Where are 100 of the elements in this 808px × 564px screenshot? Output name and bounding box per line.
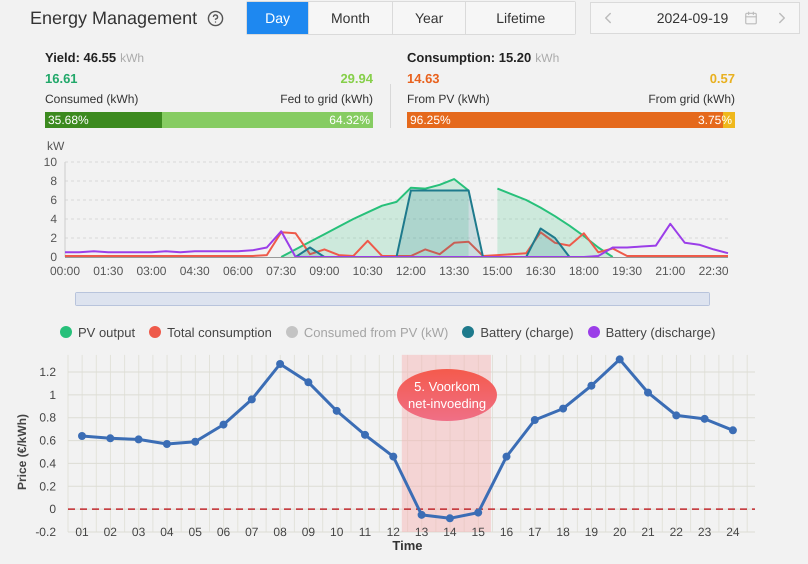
axis-tick-label: 15 [472, 525, 485, 539]
data-point [559, 404, 568, 413]
axis-tick-label: 0 [50, 250, 57, 264]
axis-tick-label: 19:30 [612, 264, 642, 278]
data-point [672, 411, 680, 420]
data-point [134, 435, 143, 444]
data-point [644, 388, 652, 397]
axis-tick-label: 22 [670, 525, 683, 539]
summary-total: Consumption: 15.20 kWh [407, 50, 560, 65]
data-point [276, 360, 284, 368]
axis-tick-label: 04:30 [180, 264, 210, 278]
data-point [389, 452, 398, 461]
data-point [446, 514, 454, 522]
summary-label: From PV (kWh) [407, 92, 490, 106]
axis-tick-label: 23 [698, 525, 712, 539]
axis-tick-label: 03:00 [136, 264, 166, 278]
data-point [78, 432, 86, 440]
axis-tick-label: 22:30 [698, 264, 729, 278]
axis-tick-label: 4 [50, 212, 57, 226]
axis-tick-label: 8 [50, 174, 57, 188]
data-point [530, 416, 539, 424]
axis-tick-label: 11 [358, 525, 372, 539]
axis-title: Price (€/kWh) [15, 414, 29, 490]
data-point [162, 440, 171, 448]
data-point [418, 510, 426, 519]
annotation-bubble: 5. Voorkom net-invoeding [397, 368, 498, 421]
axis-tick-label: 1.2 [39, 365, 56, 379]
data-point [502, 452, 510, 461]
data-point [106, 434, 114, 442]
axis-tick-label: 24 [726, 525, 740, 539]
axis-tick-label: 12:00 [396, 264, 426, 278]
data-point [248, 395, 256, 404]
date-picker[interactable]: 2024-09-19 [590, 2, 800, 34]
axis-tick-label: 03 [132, 525, 146, 539]
axis-tick-label: 07 [245, 525, 258, 539]
data-point [304, 378, 312, 386]
axis-tick-label: 14 [443, 525, 457, 539]
summary-value: 29.94 [340, 71, 373, 86]
axis-tick-label: 2 [50, 231, 57, 245]
axis-tick-label: 0.4 [39, 456, 56, 470]
page-title: Energy Management [30, 8, 198, 28]
axis-tick-label: 1 [49, 388, 56, 402]
period-tab[interactable]: Day [247, 2, 308, 34]
axis-tick-label: 0.8 [39, 410, 56, 425]
axis-tick-label: 18 [556, 525, 570, 539]
axis-tick-label: 10:30 [352, 264, 383, 278]
axis-tick-label: 19 [584, 525, 598, 539]
axis-tick-label: 00:00 [50, 264, 80, 278]
data-point [332, 406, 341, 415]
axis-tick-label: 0.2 [39, 479, 56, 494]
axis-tick-label: -0.2 [35, 525, 56, 539]
data-point [220, 420, 228, 429]
axis-tick-label: 07:30 [266, 264, 296, 278]
axis-tick-label: 15:00 [482, 264, 512, 278]
axis-tick-label: 6 [50, 193, 57, 207]
axis-tick-label: 10 [44, 155, 57, 169]
axis-tick-label: 13 [414, 525, 428, 539]
axis-tick-label: 01 [75, 525, 89, 539]
axis-tick-label: 20 [613, 525, 626, 539]
axis-tick-label: 02 [104, 525, 117, 539]
axis-tick-label: 08 [273, 525, 287, 539]
axis-tick-label: 0.6 [39, 434, 56, 448]
axis-tick-label: 21:00 [655, 264, 686, 278]
legend-item[interactable]: Total consumption [149, 324, 272, 340]
share-percent: 96.25% [410, 112, 451, 128]
summary-label: Fed to grid (kWh) [280, 92, 373, 106]
share-percent: 3.75% [698, 112, 732, 128]
axis-tick-label: 16 [500, 525, 514, 539]
axis-unit-label: kW [47, 139, 64, 153]
data-point [728, 426, 737, 434]
data-point [700, 414, 709, 423]
axis-tick-label: 17 [528, 525, 542, 539]
axis-tick-label: 06 [216, 525, 230, 539]
help-icon[interactable] [207, 10, 224, 26]
axis-tick-label: 13:30 [439, 264, 470, 278]
axis-tick-label: 09 [302, 525, 316, 539]
summary-total: Yield: 46.55 kWh [45, 50, 144, 65]
summary-label: From grid (kWh) [648, 92, 735, 106]
axis-tick-label: 01:30 [93, 264, 124, 278]
axis-tick-label: 09:00 [309, 264, 340, 278]
summary-value: 14.63 [407, 71, 440, 86]
axis-tick-label: 21 [641, 525, 655, 539]
period-tab[interactable]: Lifetime [465, 2, 576, 34]
share-percent: 64.32% [329, 112, 370, 128]
summary-value: 16.61 [45, 71, 78, 86]
summary-label: Consumed (kWh) [45, 92, 138, 106]
legend-item[interactable]: Battery (discharge) [588, 324, 716, 340]
data-point [361, 430, 369, 439]
summary-value: 0.57 [710, 71, 735, 86]
data-point [474, 508, 482, 517]
axis-tick-label: 06:00 [222, 264, 253, 278]
data-point [616, 355, 624, 364]
axis-tick-label: 10 [330, 525, 344, 539]
axis-tick-label: 16:30 [526, 264, 556, 278]
legend-item[interactable]: PV output [60, 324, 136, 340]
axis-tick-label: 04 [160, 525, 174, 539]
data-point [191, 438, 200, 446]
legend-item[interactable]: Battery (charge) [462, 324, 574, 340]
calendar-icon[interactable] [744, 11, 758, 25]
axis-tick-label: 18:00 [568, 264, 599, 278]
